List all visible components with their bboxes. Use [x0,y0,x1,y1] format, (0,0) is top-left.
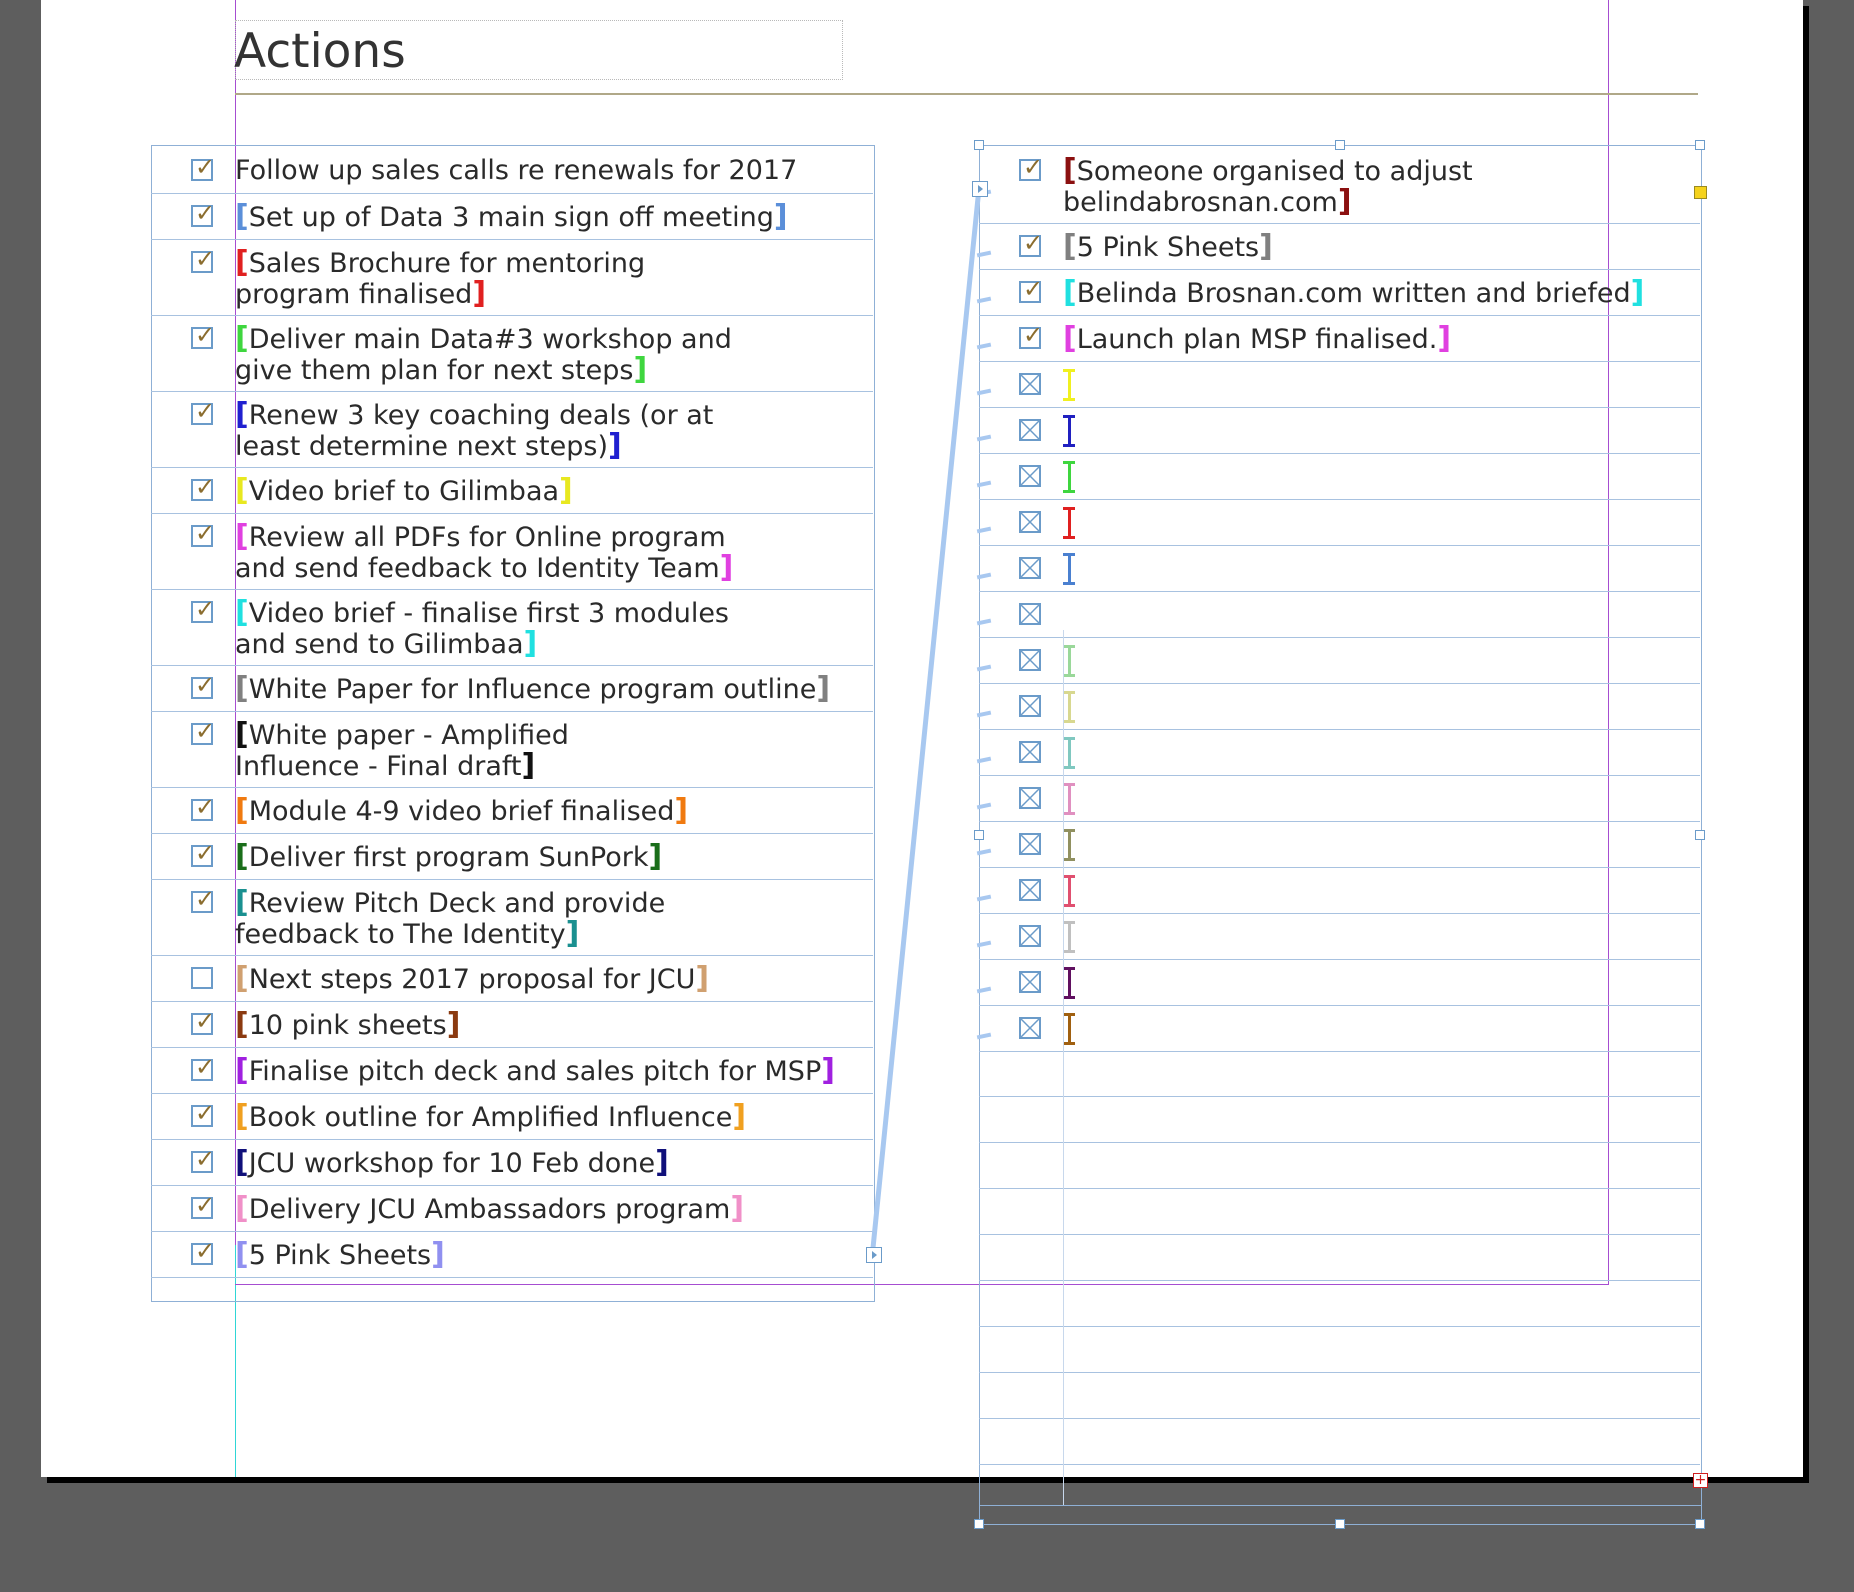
thread-connector [870,187,982,1249]
right-frame-in-port[interactable] [972,181,988,197]
resize-handle-top-middle[interactable] [1335,140,1345,150]
resize-handle-top-right[interactable] [1695,140,1705,150]
right-frame-inner-bottom [979,1505,1701,1506]
text-thread-line [870,187,982,1249]
indesign-canvas: Actions ✓ Follow up sales calls re renewa… [0,0,1854,1592]
resize-handle-bottom-right[interactable] [1695,1519,1705,1529]
live-corner-widget[interactable] [1694,186,1707,199]
resize-handle-bottom-middle[interactable] [1335,1519,1345,1529]
resize-handle-bottom-left[interactable] [974,1519,984,1529]
right-frame-column-line [1063,630,1064,1505]
resize-handle-middle-left[interactable] [974,830,984,840]
left-frame-out-port[interactable] [866,1247,882,1263]
overset-text-icon[interactable]: + [1693,1473,1708,1488]
resize-handle-top-left[interactable] [974,140,984,150]
resize-handle-middle-right[interactable] [1695,830,1705,840]
